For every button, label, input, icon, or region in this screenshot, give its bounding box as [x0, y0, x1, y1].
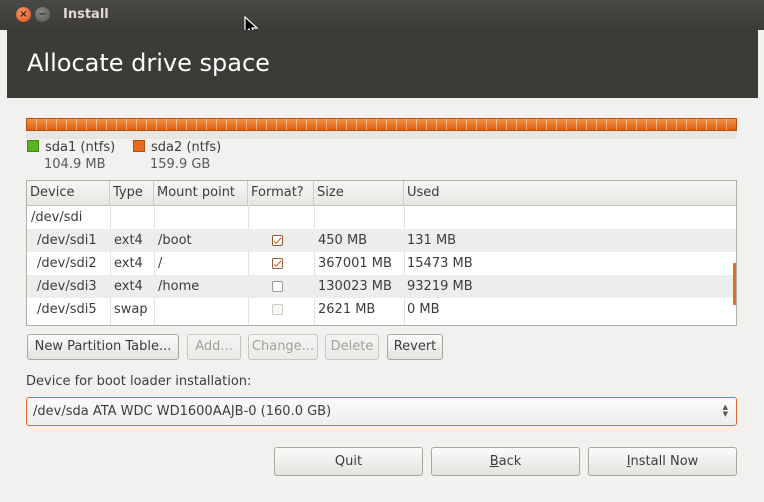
legend-sda2-size: 159.9 GB [150, 157, 211, 172]
cell-size: 130023 MB [318, 279, 392, 294]
back-button[interactable]: Back [431, 447, 580, 476]
back-mnemonic: B [489, 454, 499, 469]
title-bar: × − Install [0, 0, 764, 37]
partition-table[interactable]: Device Type Mount point Format? Size Use… [26, 180, 737, 326]
delete-button[interactable]: Delete [325, 334, 379, 360]
cell-type: ext4 [114, 233, 143, 248]
cell-device: /dev/sdi [31, 210, 83, 225]
format-checkbox[interactable] [272, 235, 283, 246]
legend-sda2-label: sda2 (ntfs) [151, 140, 222, 155]
cell-device: /dev/sdi3 [37, 279, 97, 294]
cell-type: ext4 [114, 256, 143, 271]
col-size[interactable]: Size [314, 181, 404, 205]
cell-type: ext4 [114, 279, 143, 294]
legend-sda1: sda1 (ntfs) 104.9 MB [27, 140, 115, 172]
cell-device: /dev/sdi5 [37, 302, 97, 317]
minimize-icon[interactable]: − [35, 7, 50, 22]
format-checkbox [272, 304, 283, 315]
cell-used: 131 MB [407, 233, 457, 248]
col-device[interactable]: Device [27, 181, 110, 205]
revert-button[interactable]: Revert [387, 334, 443, 360]
cell-size: 367001 MB [318, 256, 392, 271]
cell-mount: / [158, 256, 163, 271]
col-type[interactable]: Type [110, 181, 154, 205]
install-now-button[interactable]: Install Now [588, 447, 737, 476]
format-checkbox[interactable] [272, 281, 283, 292]
page-title: Allocate drive space [27, 49, 270, 77]
quit-button[interactable]: Quit [274, 447, 423, 476]
cell-device: /dev/sdi2 [37, 256, 97, 271]
partition-bar [26, 118, 737, 131]
select-arrows-icon: ▲ ▼ [722, 403, 728, 418]
cell-size: 2621 MB [318, 302, 376, 317]
cell-device: /dev/sdi1 [37, 233, 97, 248]
legend-sda2: sda2 (ntfs) 159.9 GB [133, 140, 221, 172]
format-checkbox[interactable] [272, 258, 283, 269]
scrollbar[interactable] [733, 263, 736, 305]
col-format[interactable]: Format? [248, 181, 314, 205]
bootloader-label: Device for boot loader installation: [26, 374, 252, 389]
window-title: Install [63, 7, 109, 22]
installer-window: × − Install Allocate drive space sda1 (n… [0, 0, 764, 502]
bootloader-selected-value: /dev/sda ATA WDC WD1600AAJB-0 (160.0 GB) [33, 404, 332, 419]
new-partition-table-button[interactable]: New Partition Table... [27, 334, 179, 360]
table-row[interactable]: /dev/sdi1 ext4 /boot 450 MB 131 MB [27, 229, 736, 252]
table-row[interactable]: /dev/sdi5 swap 2621 MB 0 MB [27, 298, 736, 321]
page-header: Allocate drive space [7, 30, 758, 98]
cell-type: swap [114, 302, 148, 317]
partition-bar-shadow [26, 131, 737, 139]
cell-mount: /home [158, 279, 200, 294]
table-row[interactable]: /dev/sdi2 ext4 / 367001 MB 15473 MB [27, 252, 736, 275]
table-header: Device Type Mount point Format? Size Use… [27, 181, 736, 206]
main-content: sda1 (ntfs) 104.9 MB sda2 (ntfs) 159.9 G… [7, 98, 758, 502]
sda2-swatch-icon [133, 140, 145, 152]
col-used[interactable]: Used [404, 181, 736, 205]
cell-used: 0 MB [407, 302, 440, 317]
back-label: ack [498, 454, 522, 469]
sda1-swatch-icon [27, 140, 39, 152]
close-icon[interactable]: × [16, 7, 31, 22]
legend-sda1-size: 104.9 MB [44, 157, 106, 172]
cell-used: 15473 MB [407, 256, 473, 271]
cell-used: 93219 MB [407, 279, 473, 294]
table-row[interactable]: /dev/sdi [27, 206, 736, 229]
bootloader-device-select[interactable]: /dev/sda ATA WDC WD1600AAJB-0 (160.0 GB)… [26, 397, 737, 426]
legend-sda1-label: sda1 (ntfs) [45, 140, 116, 155]
table-row[interactable]: /dev/sdi3 ext4 /home 130023 MB 93219 MB [27, 275, 736, 298]
install-label: nstall Now [630, 454, 699, 469]
change-button[interactable]: Change... [248, 334, 318, 360]
cell-mount: /boot [158, 233, 192, 248]
add-button[interactable]: Add... [187, 334, 241, 360]
cell-size: 450 MB [318, 233, 368, 248]
col-mount-point[interactable]: Mount point [154, 181, 248, 205]
